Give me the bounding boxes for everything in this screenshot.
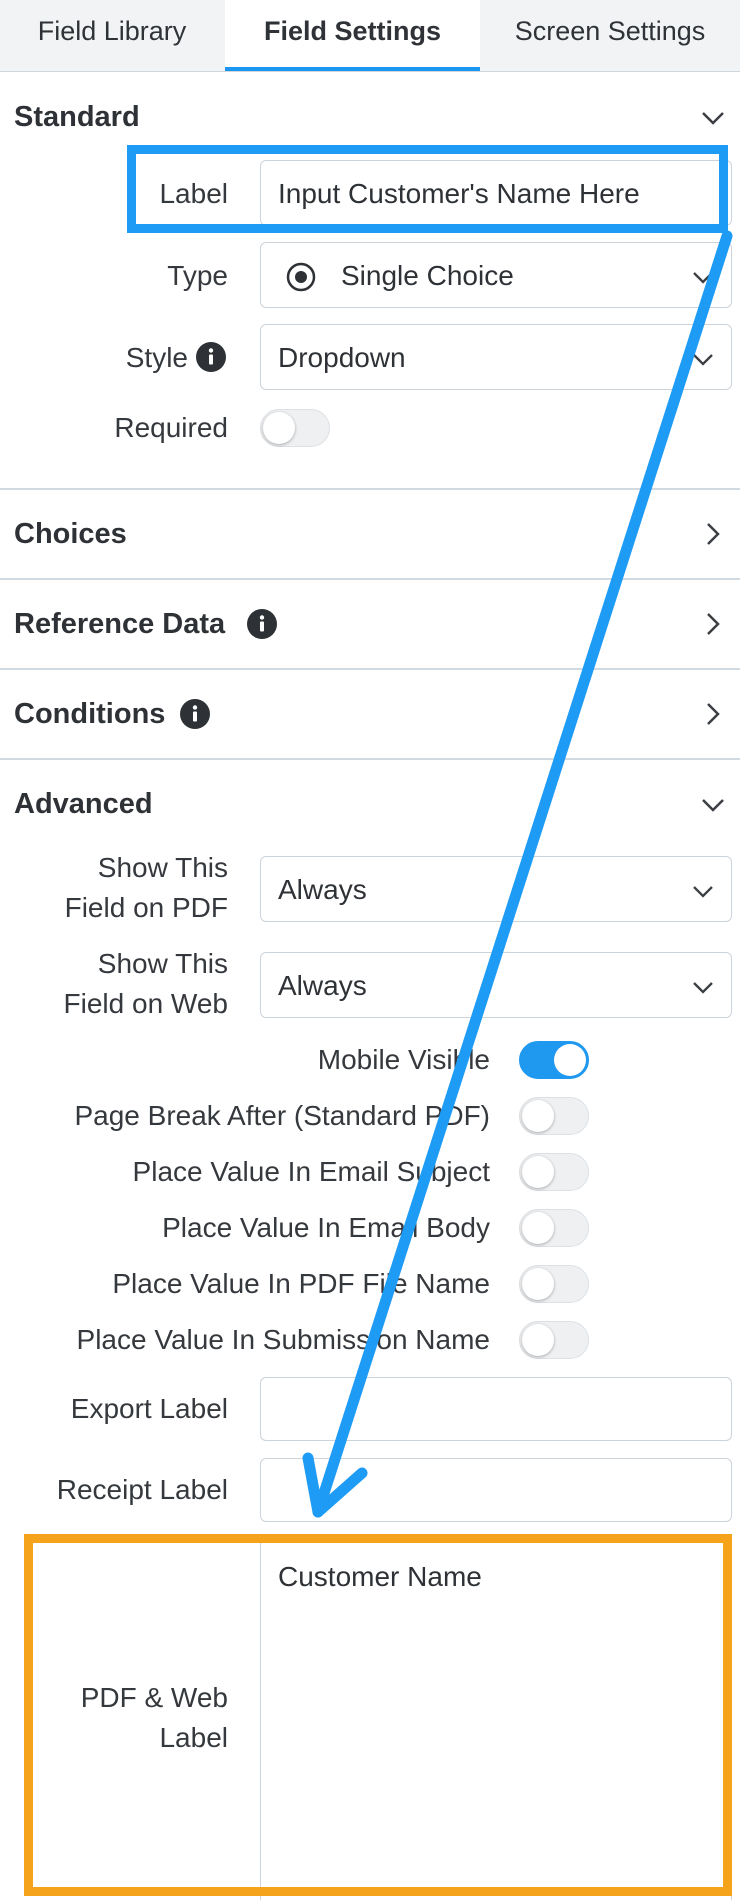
show-on-web-label: Show This Field on Web	[0, 944, 228, 1024]
pdf-web-label-label: PDF & Web Label	[0, 1678, 228, 1758]
toggle-knob	[522, 1100, 554, 1132]
chevron-down-icon	[702, 799, 724, 812]
type-select[interactable]: Single Choice	[260, 242, 732, 308]
show-on-pdf-value: Always	[278, 874, 367, 905]
section-conditions-header[interactable]: Conditions	[0, 670, 740, 758]
label-input[interactable]: Input Customer's Name Here	[260, 160, 732, 226]
show-on-web-label-line2: Field on Web	[63, 988, 228, 1019]
chevron-down-icon	[702, 112, 724, 125]
page-break-after-toggle[interactable]	[519, 1097, 589, 1135]
chevron-down-icon	[693, 886, 713, 898]
toggle-knob	[263, 412, 295, 444]
show-on-pdf-label-line1: Show This	[97, 852, 228, 883]
email-subject-label: Place Value In Email Subject	[132, 1156, 490, 1187]
toggle-knob	[522, 1324, 554, 1356]
page-break-after-label: Page Break After (Standard PDF)	[74, 1100, 490, 1131]
label-field-label: Label	[159, 178, 228, 209]
section-standard-title: Standard	[14, 101, 140, 133]
receipt-label-input[interactable]	[260, 1458, 732, 1522]
style-field-label: Style	[125, 342, 188, 373]
chevron-down-icon	[693, 354, 713, 366]
required-field-label: Required	[114, 412, 228, 443]
mobile-visible-toggle[interactable]	[519, 1041, 589, 1079]
type-select-value: Single Choice	[341, 260, 514, 291]
chevron-down-icon	[693, 982, 713, 994]
show-on-pdf-label: Show This Field on PDF	[0, 848, 228, 928]
tab-field-settings[interactable]: Field Settings	[225, 0, 480, 71]
section-reference-data-title: Reference Data	[14, 608, 226, 640]
email-body-toggle[interactable]	[519, 1209, 589, 1247]
submission-name-toggle[interactable]	[519, 1321, 589, 1359]
section-standard-header[interactable]: Standard	[0, 73, 740, 161]
tab-field-library[interactable]: Field Library	[0, 0, 224, 71]
toggle-knob	[522, 1268, 554, 1300]
pdf-web-label-line1: PDF & Web	[80, 1682, 228, 1713]
radio-button-icon	[286, 262, 316, 292]
email-subject-toggle[interactable]	[519, 1153, 589, 1191]
toggle-knob	[522, 1156, 554, 1188]
show-on-web-label-line1: Show This	[97, 948, 228, 979]
info-icon[interactable]	[247, 609, 277, 639]
label-input-value: Input Customer's Name Here	[278, 178, 640, 209]
mobile-visible-label: Mobile Visible	[317, 1044, 490, 1075]
pdf-web-label-value: Customer Name	[278, 1561, 482, 1592]
show-on-pdf-label-line2: Field on PDF	[64, 892, 228, 923]
pdf-file-name-toggle[interactable]	[519, 1265, 589, 1303]
pdf-web-label-line2: Label	[159, 1722, 228, 1753]
section-advanced-header[interactable]: Advanced	[0, 760, 740, 848]
toggle-knob	[554, 1044, 586, 1076]
show-on-web-select[interactable]: Always	[260, 952, 732, 1018]
type-field-label: Type	[167, 260, 228, 291]
pdf-web-label-textarea[interactable]: Customer Name	[260, 1538, 732, 1900]
section-conditions-title: Conditions	[14, 698, 166, 730]
show-on-pdf-select[interactable]: Always	[260, 856, 732, 922]
required-toggle[interactable]	[260, 409, 330, 447]
pdf-file-name-label: Place Value In PDF File Name	[112, 1268, 490, 1299]
style-select[interactable]: Dropdown	[260, 324, 732, 390]
chevron-right-icon	[707, 613, 720, 635]
chevron-down-icon	[693, 272, 713, 284]
submission-name-label: Place Value In Submission Name	[76, 1324, 490, 1355]
info-icon[interactable]	[180, 699, 210, 729]
export-label-input[interactable]	[260, 1377, 732, 1441]
receipt-label-label: Receipt Label	[56, 1474, 228, 1505]
section-choices-title: Choices	[14, 518, 127, 550]
tab-screen-settings[interactable]: Screen Settings	[480, 0, 740, 71]
section-advanced-title: Advanced	[14, 788, 153, 820]
section-reference-data-header[interactable]: Reference Data	[0, 580, 740, 668]
section-choices-header[interactable]: Choices	[0, 490, 740, 578]
export-label-label: Export Label	[70, 1393, 228, 1424]
info-icon[interactable]	[196, 342, 226, 372]
chevron-right-icon	[707, 703, 720, 725]
toggle-knob	[522, 1212, 554, 1244]
style-select-value: Dropdown	[278, 342, 406, 373]
chevron-right-icon	[707, 523, 720, 545]
email-body-label: Place Value In Email Body	[162, 1212, 490, 1243]
show-on-web-value: Always	[278, 970, 367, 1001]
tab-bar: Field Library Field Settings Screen Sett…	[0, 0, 740, 72]
